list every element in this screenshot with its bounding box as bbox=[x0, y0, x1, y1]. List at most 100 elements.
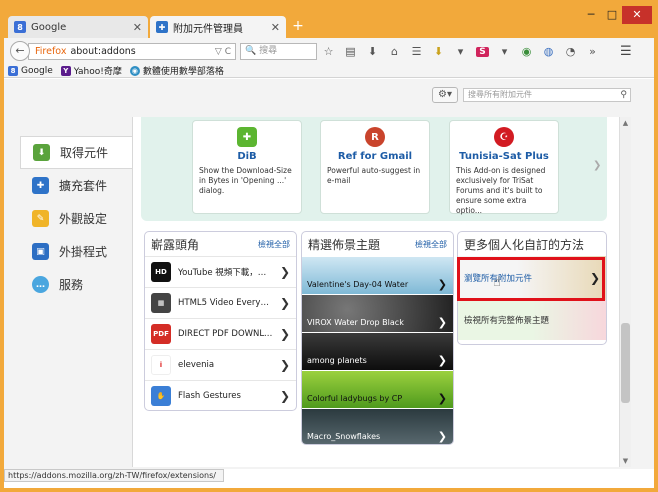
dropdown-icon[interactable]: ▾ bbox=[498, 45, 511, 58]
featured-card-tunisia-sat[interactable]: ☪ Tunisia-Sat Plus This Add-on is design… bbox=[449, 120, 559, 215]
chevron-right-icon: ❯ bbox=[279, 389, 290, 403]
carousel-next-icon[interactable]: ❯ bbox=[593, 160, 601, 171]
chevron-right-icon: ❯ bbox=[279, 296, 290, 310]
sidebar-item-plugins[interactable]: ▣ 外掛程式 bbox=[20, 235, 132, 268]
addons-search-input[interactable]: 搜尋所有附加元件 ⚲ bbox=[463, 88, 631, 102]
puzzle-icon: ✚ bbox=[237, 127, 257, 147]
globe-icon: ◉ bbox=[129, 65, 140, 76]
sidebar-item-label: 取得元件 bbox=[60, 146, 109, 160]
theme-item[interactable]: among planets ❯ bbox=[302, 332, 453, 370]
chevron-right-icon: ❯ bbox=[437, 316, 447, 329]
bookmark-google[interactable]: 8 Google bbox=[8, 65, 53, 76]
theme-item[interactable]: Colorful ladybugs by CP ❯ bbox=[302, 370, 453, 408]
theme-label: Valentine's Day-04 Water bbox=[307, 280, 409, 289]
addons-search-placeholder: 搜尋所有附加元件 bbox=[468, 90, 532, 99]
see-all-link[interactable]: 檢視全部 bbox=[415, 239, 447, 250]
sidebar-item-label: 擴充套件 bbox=[59, 179, 108, 193]
star-icon[interactable]: ☆ bbox=[322, 45, 335, 58]
see-all-link[interactable]: 檢視全部 bbox=[258, 239, 290, 250]
new-tab-button[interactable]: + bbox=[290, 18, 306, 34]
url-controls[interactable]: ▽ C bbox=[215, 47, 235, 57]
theme-label: Macro_Snowflakes bbox=[307, 432, 381, 441]
theme-item[interactable]: Macro_Snowflakes ❯ bbox=[302, 408, 453, 444]
search-placeholder: 搜尋 bbox=[259, 46, 278, 56]
featured-description: This Add-on is designed exclusively for … bbox=[456, 166, 546, 215]
list-item[interactable]: PDF DIRECT PDF DOWNLO... ❯ bbox=[145, 318, 296, 349]
list-item-label: YouTube 視頻下載，自... bbox=[178, 268, 273, 278]
scrollbar-thumb[interactable] bbox=[621, 323, 630, 403]
close-window-button[interactable]: ✕ bbox=[622, 6, 652, 24]
panel-up-and-coming: 嶄露頭角 檢視全部 HD YouTube 視頻下載，自... ❯ ▦ HTML5… bbox=[144, 231, 297, 411]
back-button[interactable]: ← bbox=[10, 41, 30, 61]
featured-description: Show the Download-Size in Bytes in 'Open… bbox=[199, 166, 292, 195]
chevron-right-icon: ❯ bbox=[437, 354, 447, 367]
maximize-button[interactable]: □ bbox=[602, 6, 622, 24]
theme-item[interactable]: Valentine's Day-04 Water ❯ bbox=[302, 256, 453, 294]
sidebar-item-extensions[interactable]: ✚ 擴充套件 bbox=[20, 169, 132, 202]
download-icon[interactable]: ⬇ bbox=[366, 45, 379, 58]
hand-cursor-icon: ☝ bbox=[493, 275, 501, 290]
sidebar-item-appearance[interactable]: ✎ 外觀設定 bbox=[20, 202, 132, 235]
close-tab-icon[interactable]: ✕ bbox=[133, 21, 142, 34]
featured-card-ref-gmail[interactable]: R Ref for Gmail Powerful auto-suggest in… bbox=[320, 120, 430, 214]
featured-card-dib[interactable]: ✚ DiB Show the Download-Size in Bytes in… bbox=[192, 120, 302, 214]
chat-icon: … bbox=[32, 276, 49, 293]
save-icon[interactable]: ☰ bbox=[410, 45, 423, 58]
elevenia-icon: i bbox=[151, 355, 171, 375]
list-item[interactable]: i elevenia ❯ bbox=[145, 349, 296, 380]
tab-label: Google bbox=[31, 21, 67, 33]
bookmark-yahoo[interactable]: Y Yahoo!奇摩 bbox=[60, 64, 122, 77]
bookmark-blog[interactable]: ◉ 數體使用數學部落格 bbox=[129, 64, 224, 77]
addons-content: ⚙▾ 搜尋所有附加元件 ⚲ ⬇ 取得元件 ✚ 擴充套件 ✎ 外觀設定 ▣ 外掛程… bbox=[4, 79, 654, 469]
google-icon: 8 bbox=[8, 65, 18, 76]
bookmarks-bar: 8 Google Y Yahoo!奇摩 ◉ 數體使用數學部落格 bbox=[4, 64, 654, 78]
search-input[interactable]: 🔍 搜尋 bbox=[240, 43, 317, 60]
list-item[interactable]: ▦ HTML5 Video Everywh... ❯ bbox=[145, 287, 296, 318]
url-bar[interactable]: Firefox about:addons ▽ C bbox=[28, 43, 236, 60]
gear-icon[interactable]: ⚙▾ bbox=[432, 87, 458, 103]
download-arrow-icon[interactable]: ⬇ bbox=[432, 45, 445, 58]
menu-icon[interactable]: ☰ bbox=[620, 44, 632, 59]
list-item-label: HTML5 Video Everywh... bbox=[178, 298, 273, 308]
list-item[interactable]: ✋ Flash Gestures ❯ bbox=[145, 380, 296, 411]
film-icon: ▦ bbox=[151, 293, 171, 313]
panel-featured-themes: 精選佈景主題 檢視全部 Valentine's Day-04 Water ❯ VI… bbox=[301, 231, 454, 445]
globe-icon[interactable]: ◍ bbox=[542, 45, 555, 58]
tab-addons-manager[interactable]: ✚ 附加元件管理員 ✕ bbox=[150, 16, 286, 38]
scroll-up-icon[interactable]: ▲ bbox=[620, 117, 631, 129]
tab-strip: 8 Google ✕ ✚ 附加元件管理員 ✕ + ─ □ ✕ bbox=[4, 6, 654, 38]
url-text: about:addons bbox=[70, 46, 136, 57]
sidebar-item-services[interactable]: … 服務 bbox=[20, 268, 132, 301]
toolbar-icons: ☆ ▤ ⬇ ⌂ ☰ ⬇ ▾ S ▾ ◉ ◍ ◔ » bbox=[322, 43, 599, 60]
paintbrush-icon: ✎ bbox=[32, 210, 49, 227]
close-tab-icon[interactable]: ✕ bbox=[271, 21, 280, 34]
search-icon: 🔍 bbox=[245, 46, 257, 56]
hd-icon: HD bbox=[151, 262, 171, 282]
browse-all-themes-link[interactable]: 檢視所有完整佈景主題 bbox=[458, 300, 606, 340]
shield-icon[interactable]: ◉ bbox=[520, 45, 533, 58]
list-item[interactable]: HD YouTube 視頻下載，自... ❯ bbox=[145, 256, 296, 287]
bookmark-label: Yahoo!奇摩 bbox=[73, 67, 122, 77]
tab-label: 附加元件管理員 bbox=[173, 23, 243, 35]
sidebar-item-get-addons[interactable]: ⬇ 取得元件 bbox=[20, 136, 132, 169]
sync-icon[interactable]: ◔ bbox=[564, 45, 577, 58]
home-icon[interactable]: ⌂ bbox=[388, 45, 401, 58]
chevron-right-icon: ❯ bbox=[279, 327, 290, 341]
tab-google[interactable]: 8 Google ✕ bbox=[8, 16, 148, 38]
theme-label: VIROX Water Drop Black bbox=[307, 318, 404, 327]
scroll-down-icon[interactable]: ▼ bbox=[620, 455, 631, 467]
theme-item[interactable]: VIROX Water Drop Black ❯ bbox=[302, 294, 453, 332]
sidebar-item-label: 外掛程式 bbox=[59, 245, 108, 259]
clipboard-icon[interactable]: ▤ bbox=[344, 45, 357, 58]
more-item-label: 檢視所有完整佈景主題 bbox=[464, 316, 550, 326]
ref-icon: R bbox=[365, 127, 385, 147]
theme-label: among planets bbox=[307, 356, 367, 365]
s-addon-icon[interactable]: S bbox=[476, 46, 489, 57]
flag-icon: ☪ bbox=[494, 127, 514, 147]
overflow-icon[interactable]: » bbox=[586, 45, 599, 58]
scrollbar[interactable]: ▲ ▼ bbox=[619, 117, 631, 467]
puzzle-icon: ✚ bbox=[32, 177, 49, 194]
minimize-button[interactable]: ─ bbox=[580, 6, 602, 24]
dropdown-icon[interactable]: ▾ bbox=[454, 45, 467, 58]
search-icon: ⚲ bbox=[620, 90, 627, 100]
